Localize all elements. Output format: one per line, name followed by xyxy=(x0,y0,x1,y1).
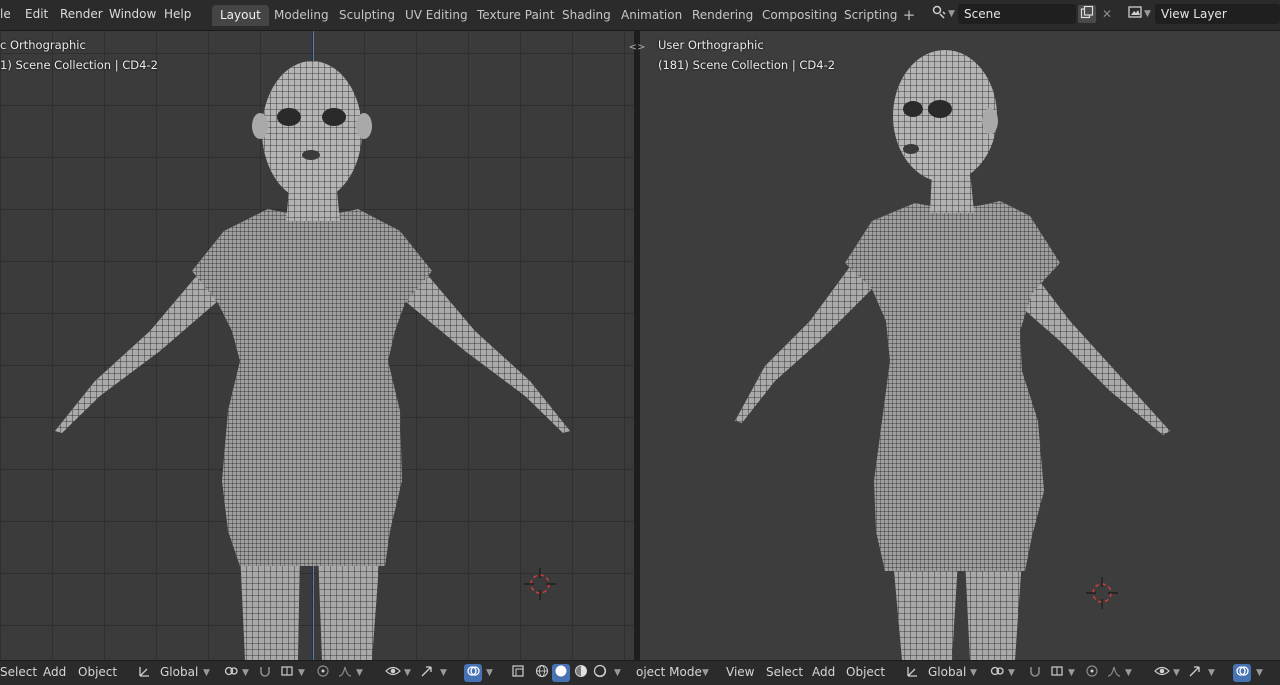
scene-name-field[interactable]: Scene xyxy=(958,4,1076,24)
proportional-edit-icon[interactable] xyxy=(314,664,332,682)
chevron-down-icon: ▼ xyxy=(1256,668,1263,678)
snap-target-icon[interactable] xyxy=(278,664,296,682)
material-shading-icon[interactable] xyxy=(572,664,590,682)
chevron-down-icon: ▼ xyxy=(1068,668,1075,678)
tab-modeling[interactable]: Modeling xyxy=(266,5,337,26)
left-orientation-dropdown[interactable]: Global xyxy=(160,665,198,679)
right-object-menu[interactable]: Object xyxy=(846,665,885,679)
xray-icon[interactable] xyxy=(509,664,527,682)
menu-file[interactable]: le xyxy=(0,7,11,21)
right-collection-label: (181) Scene Collection | CD4-2 xyxy=(658,58,836,72)
gizmo-icon[interactable] xyxy=(418,664,436,682)
menu-window[interactable]: Window xyxy=(109,7,156,21)
pivot-point-icon[interactable] xyxy=(988,664,1006,682)
overlays-icon[interactable] xyxy=(1233,664,1251,682)
proportional-edit-icon[interactable] xyxy=(1083,664,1101,682)
snap-target-icon[interactable] xyxy=(1048,664,1066,682)
chevron-down-icon: ▼ xyxy=(614,668,621,678)
chevron-down-icon: ▼ xyxy=(1008,668,1015,678)
close-icon[interactable]: ✕ xyxy=(1098,5,1116,23)
wireframe-shading-icon[interactable] xyxy=(533,664,551,682)
tab-compositing[interactable]: Compositing xyxy=(754,5,845,26)
chevron-down-icon: ▼ xyxy=(486,668,493,678)
left-viewport[interactable]: c Orthographic 1) Scene Collection | CD4… xyxy=(0,31,634,660)
chevron-down-icon: ▼ xyxy=(298,668,305,678)
top-bar: le Edit Render Window Help Layout Modeli… xyxy=(0,0,1280,31)
view-layer-icon[interactable] xyxy=(1126,4,1144,22)
chevron-down-icon: ▼ xyxy=(404,668,411,678)
falloff-icon[interactable] xyxy=(336,664,354,682)
solid-shading-icon[interactable] xyxy=(552,664,570,682)
snap-icon[interactable] xyxy=(256,664,274,682)
chevron-down-icon: ▼ xyxy=(702,668,709,678)
chevron-down-icon: ▼ xyxy=(970,668,977,678)
left-view-name: c Orthographic xyxy=(0,38,86,52)
right-select-menu[interactable]: Select xyxy=(766,665,803,679)
chevron-down-icon: ▼ xyxy=(1208,668,1215,678)
chevron-down-icon: ▼ xyxy=(1144,9,1151,19)
rendered-shading-icon[interactable] xyxy=(591,664,609,682)
viewport-header-bar: Select Add Object Global ▼ ▼ ▼ ▼ ▼ ▼ ▼ ▼… xyxy=(0,660,1280,685)
tab-animation[interactable]: Animation xyxy=(613,5,690,26)
scene-icon[interactable] xyxy=(930,4,948,22)
3d-cursor xyxy=(524,568,556,600)
character-mesh-front[interactable] xyxy=(0,31,634,660)
chevron-down-icon: ▼ xyxy=(242,668,249,678)
chevron-down-icon: ▼ xyxy=(356,668,363,678)
pivot-point-icon[interactable] xyxy=(222,664,240,682)
right-view-name: User Orthographic xyxy=(658,38,764,52)
chevron-down-icon: ▼ xyxy=(1125,668,1132,678)
transform-orientation-icon[interactable] xyxy=(904,664,922,682)
copy-icon[interactable] xyxy=(1078,5,1096,23)
left-add-menu[interactable]: Add xyxy=(43,665,66,679)
character-mesh-perspective[interactable] xyxy=(640,31,1280,660)
tab-sculpting[interactable]: Sculpting xyxy=(331,5,403,26)
tab-texture-paint[interactable]: Texture Paint xyxy=(469,5,562,26)
tab-shading[interactable]: Shading xyxy=(554,5,619,26)
chevron-down-icon: ▼ xyxy=(1173,668,1180,678)
tab-scripting[interactable]: Scripting xyxy=(836,5,905,26)
right-view-menu[interactable]: View xyxy=(726,665,754,679)
right-add-menu[interactable]: Add xyxy=(812,665,835,679)
visibility-icon[interactable] xyxy=(384,664,402,682)
menu-render[interactable]: Render xyxy=(60,7,103,21)
left-object-menu[interactable]: Object xyxy=(78,665,117,679)
right-mode-dropdown[interactable]: oject Mode xyxy=(636,665,702,679)
chevron-down-icon: ▼ xyxy=(948,9,955,19)
3d-cursor xyxy=(1086,577,1118,609)
transform-orientation-icon[interactable] xyxy=(136,664,154,682)
visibility-icon[interactable] xyxy=(1153,664,1171,682)
falloff-icon[interactable] xyxy=(1105,664,1123,682)
right-viewport[interactable]: User Orthographic (181) Scene Collection… xyxy=(640,31,1280,660)
gizmo-icon[interactable] xyxy=(1186,664,1204,682)
snap-icon[interactable] xyxy=(1026,664,1044,682)
chevron-down-icon: ▼ xyxy=(440,668,447,678)
left-select-menu[interactable]: Select xyxy=(0,665,37,679)
menu-help[interactable]: Help xyxy=(164,7,191,21)
tab-uv-editing[interactable]: UV Editing xyxy=(397,5,476,26)
add-workspace-button[interactable]: + xyxy=(900,5,918,26)
overlays-icon[interactable] xyxy=(464,664,482,682)
view-layer-field[interactable]: View Layer xyxy=(1155,4,1280,24)
left-collection-label: 1) Scene Collection | CD4-2 xyxy=(0,58,158,72)
split-handle-icon[interactable]: <> xyxy=(628,41,646,55)
right-orientation-dropdown[interactable]: Global xyxy=(928,665,966,679)
tab-rendering[interactable]: Rendering xyxy=(684,5,761,26)
chevron-down-icon: ▼ xyxy=(203,668,210,678)
tab-layout[interactable]: Layout xyxy=(212,5,269,26)
menu-edit[interactable]: Edit xyxy=(25,7,48,21)
